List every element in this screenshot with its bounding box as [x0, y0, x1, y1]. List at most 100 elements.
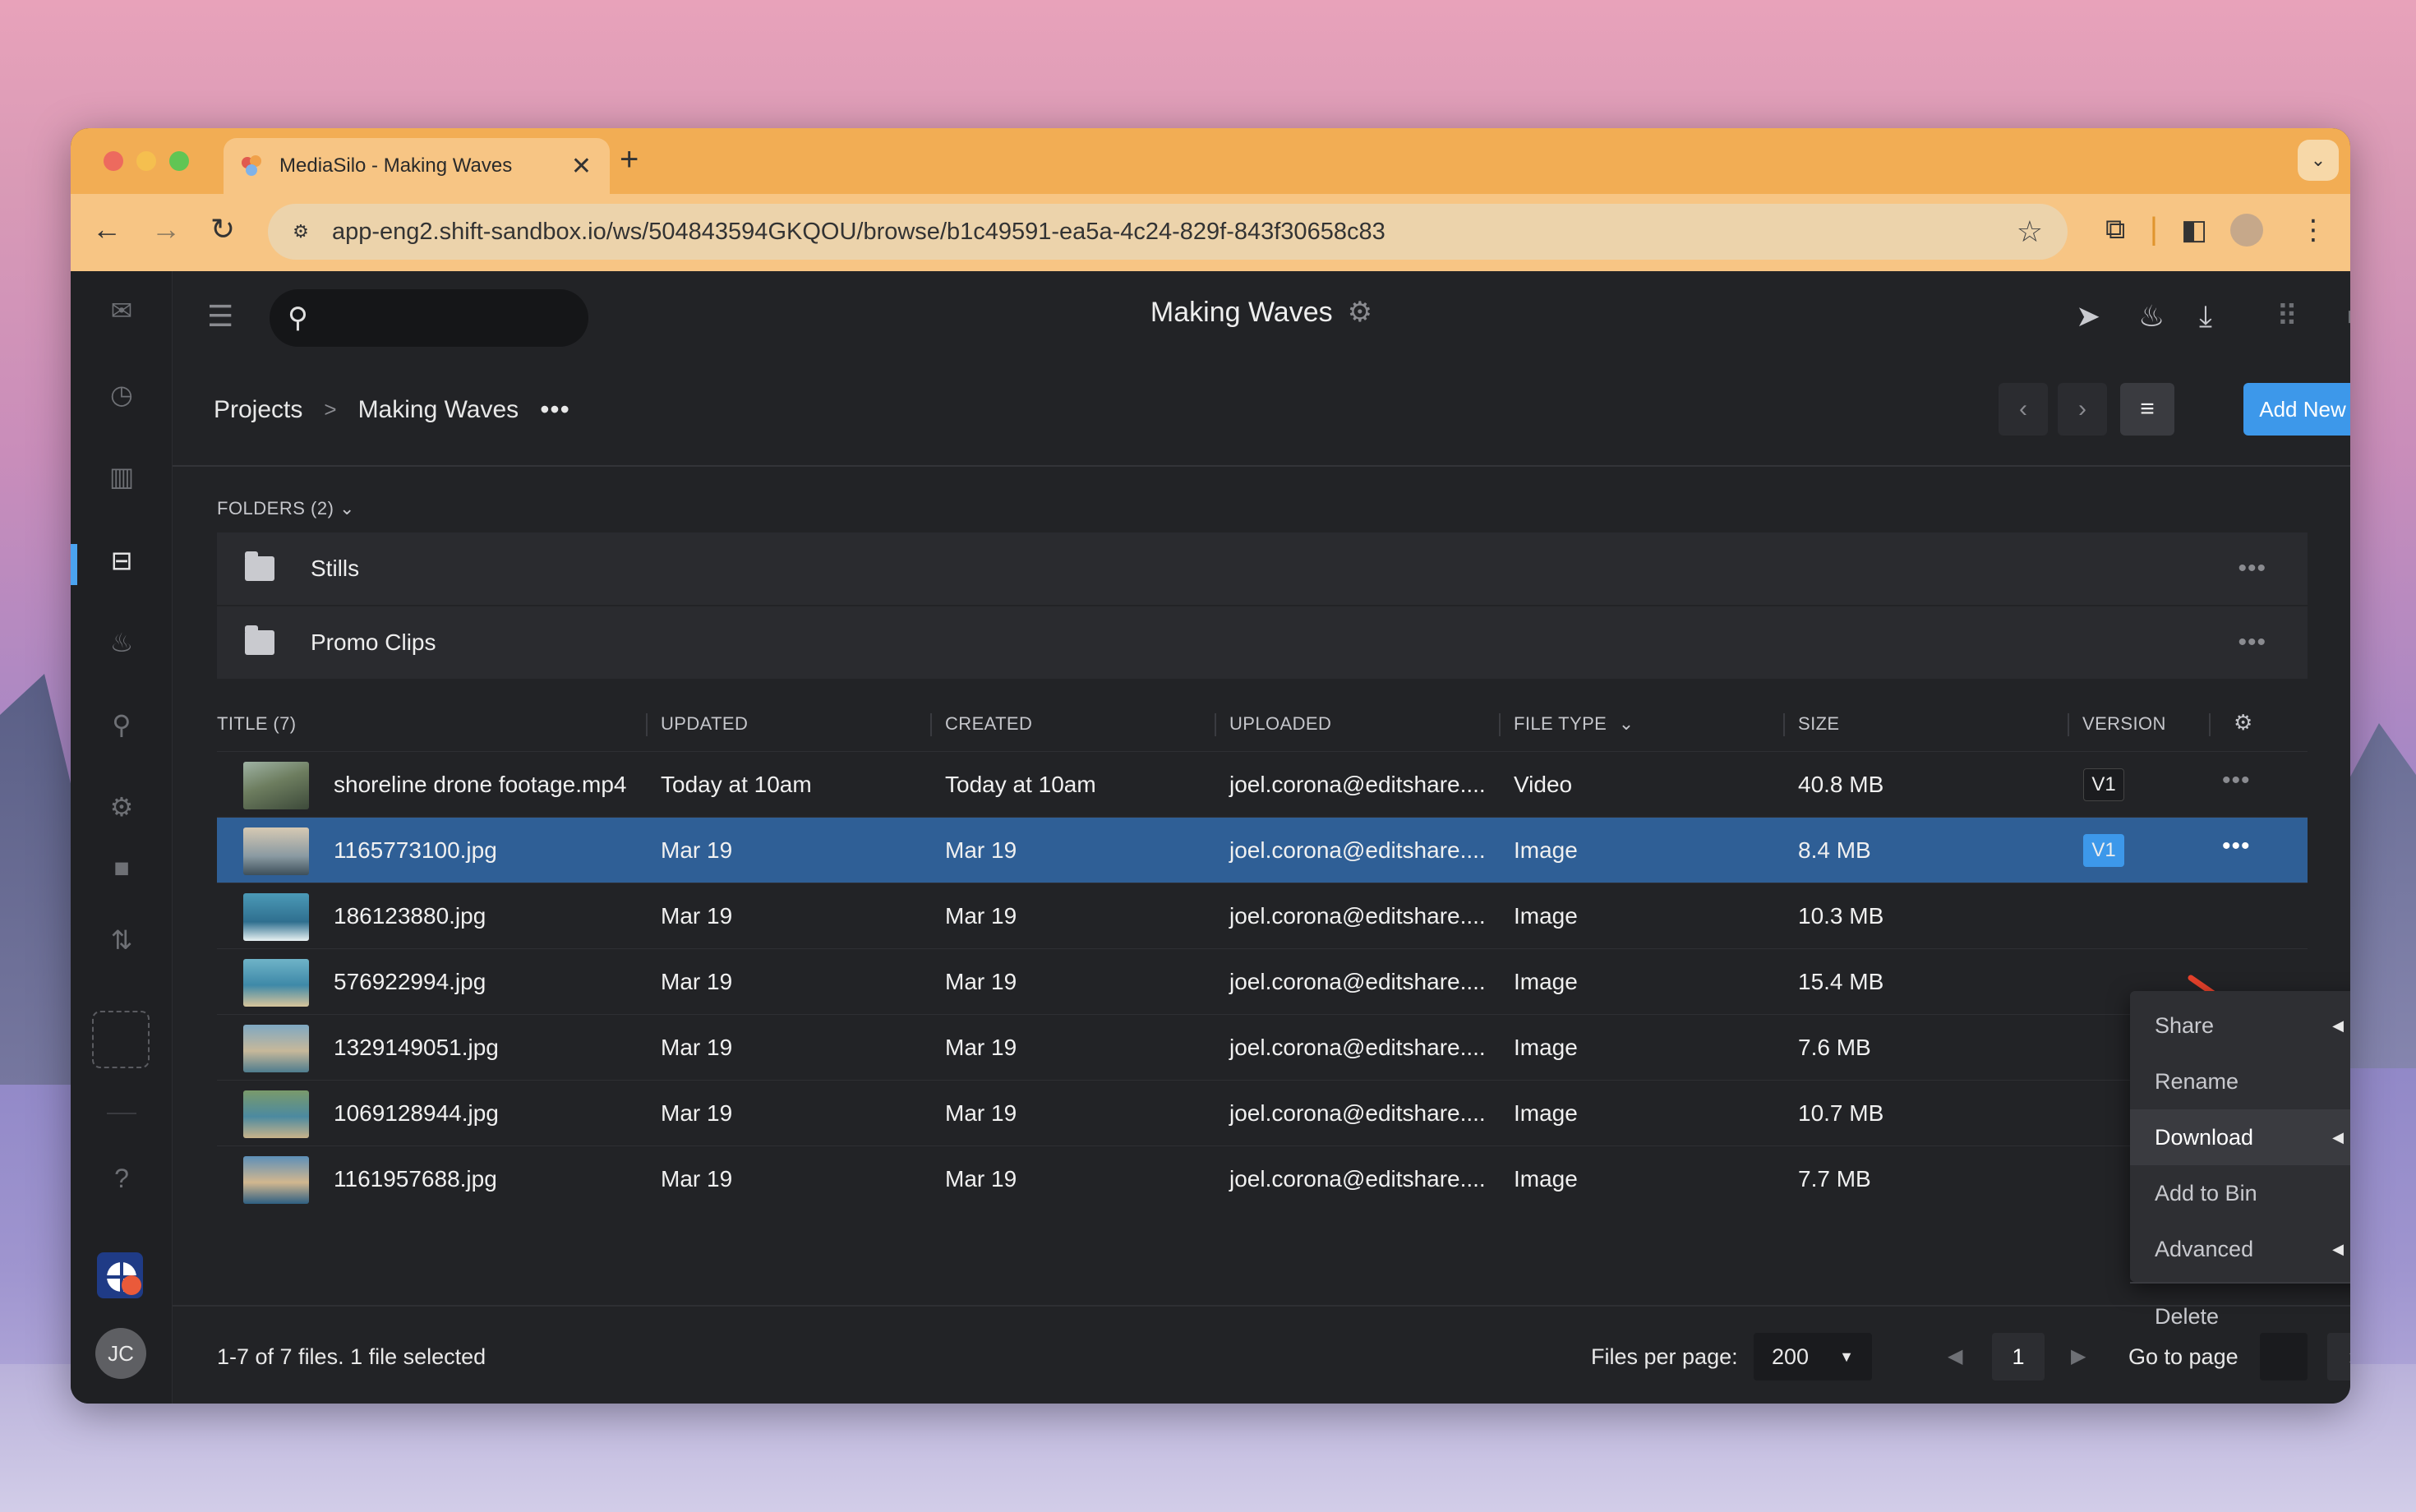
menu-item-delete[interactable]: Delete	[2130, 1288, 2350, 1344]
file-thumbnail[interactable]	[243, 893, 309, 941]
maximize-window-button[interactable]	[169, 151, 189, 171]
column-created[interactable]: CREATED	[945, 713, 1032, 735]
column-uploaded[interactable]: UPLOADED	[1229, 713, 1331, 735]
column-file-type[interactable]: FILE TYPE ⌄	[1514, 713, 1634, 735]
mediasilo-favicon-icon	[242, 155, 263, 177]
close-window-button[interactable]	[104, 151, 123, 171]
column-size[interactable]: SIZE	[1798, 713, 1840, 735]
breadcrumb-projects-link[interactable]: Projects	[214, 396, 302, 424]
table-row[interactable]: 1165773100.jpg Mar 19 Mar 19 joel.corona@ed…	[217, 817, 2308, 883]
settings-gear-icon[interactable]: ⚙	[107, 792, 136, 822]
cell-title[interactable]: 1069128944.jpg	[334, 1100, 499, 1127]
drop-zone-placeholder[interactable]	[92, 1011, 150, 1068]
transfer-arrows-icon[interactable]: ⇅	[107, 925, 136, 955]
expand-panel-icon[interactable]: ⇤	[2347, 299, 2350, 334]
version-badge[interactable]: V1	[2083, 834, 2124, 867]
go-to-page-input[interactable]	[2260, 1333, 2308, 1381]
download-icon[interactable]: ⤓	[2199, 299, 2212, 334]
folder-name: Promo Clips	[311, 629, 436, 655]
file-thumbnail[interactable]	[243, 1025, 309, 1072]
next-page-icon[interactable]: ▶	[2071, 1344, 2086, 1368]
version-badge[interactable]: V1	[2083, 768, 2124, 801]
cell-title[interactable]: shoreline drone footage.mp4	[334, 772, 626, 798]
file-thumbnail[interactable]	[243, 827, 309, 875]
footer-divider	[173, 1305, 2350, 1307]
menu-item-advanced[interactable]: Advanced ◀	[2130, 1221, 2350, 1277]
folder-row[interactable]: Stills •••	[217, 532, 2308, 605]
menu-item-download[interactable]: Download ◀	[2130, 1109, 2350, 1165]
minimize-window-button[interactable]	[136, 151, 156, 171]
breadcrumb-separator: >	[324, 397, 337, 422]
cell-title[interactable]: 186123880.jpg	[334, 903, 486, 929]
table-row[interactable]: shoreline drone footage.mp4 Today at 10am…	[217, 751, 2308, 817]
cell-title[interactable]: 1165773100.jpg	[334, 837, 497, 864]
flame-icon[interactable]: ♨	[2138, 299, 2165, 334]
reload-icon[interactable]: ↻	[210, 212, 235, 247]
previous-asset-button[interactable]: ‹	[1999, 383, 2048, 436]
search-icon[interactable]: ⚲	[107, 710, 136, 740]
table-row[interactable]: 1161957688.jpg Mar 19 Mar 19 joel.corona@ed…	[217, 1146, 2308, 1211]
table-row[interactable]: 1069128944.jpg Mar 19 Mar 19 joel.corona@ed…	[217, 1080, 2308, 1146]
cell-title[interactable]: 576922994.jpg	[334, 969, 486, 995]
cell-created: Today at 10am	[945, 772, 1096, 797]
previous-page-icon[interactable]: ◀	[1948, 1344, 1962, 1368]
analytics-chart-icon[interactable]: ▥	[107, 462, 136, 491]
file-thumbnail[interactable]	[243, 1090, 309, 1138]
square-icon[interactable]: ■	[107, 853, 136, 883]
go-to-page-button[interactable]: ›	[2327, 1333, 2350, 1381]
folders-section-toggle[interactable]: FOLDERS (2) ⌄	[217, 498, 355, 519]
bookmark-star-icon[interactable]: ☆	[2017, 214, 2043, 249]
back-arrow-icon[interactable]: ←	[92, 212, 122, 247]
site-settings-icon[interactable]: ⚙	[284, 215, 317, 248]
folder-more-icon[interactable]: •••	[2238, 555, 2266, 583]
extensions-puzzle-icon[interactable]: ⧉	[2105, 214, 2125, 246]
file-thumbnail[interactable]	[243, 1156, 309, 1204]
column-version[interactable]: VERSION	[2082, 713, 2166, 735]
address-bar[interactable]: ⚙ app-eng2.shift-sandbox.io/ws/504843594…	[268, 204, 2068, 260]
browser-tab[interactable]: MediaSilo - Making Waves ✕	[224, 138, 610, 194]
folder-row[interactable]: Promo Clips •••	[217, 606, 2308, 679]
menu-item-share[interactable]: Share ◀	[2130, 998, 2350, 1053]
table-row[interactable]: 576922994.jpg Mar 19 Mar 19 joel.corona@edi…	[217, 948, 2308, 1014]
user-avatar[interactable]: JC	[95, 1328, 146, 1379]
folder-more-icon[interactable]: •••	[2238, 629, 2266, 657]
breadcrumb-more-icon[interactable]: •••	[540, 394, 570, 425]
column-settings-gear-icon[interactable]: ⚙	[2234, 710, 2253, 735]
workspace-logo-icon[interactable]	[95, 1251, 145, 1300]
column-divider	[646, 713, 648, 736]
grid-view-icon[interactable]: ⠿	[2276, 299, 2298, 334]
cell-title[interactable]: 1329149051.jpg	[334, 1035, 499, 1061]
filter-button[interactable]: ≡	[2120, 383, 2174, 436]
column-updated[interactable]: UPDATED	[661, 713, 748, 735]
column-title[interactable]: TITLE (7)	[217, 713, 297, 735]
close-tab-icon[interactable]: ✕	[571, 152, 592, 181]
table-row[interactable]: 186123880.jpg Mar 19 Mar 19 joel.corona@edi…	[217, 883, 2308, 948]
next-asset-button[interactable]: ›	[2058, 383, 2107, 436]
forward-arrow-icon[interactable]: →	[151, 212, 181, 247]
add-new-button[interactable]: Add New ▼	[2243, 383, 2350, 436]
cell-file-type: Image	[1514, 1100, 1578, 1126]
menu-item-rename[interactable]: Rename	[2130, 1053, 2350, 1109]
help-icon[interactable]: ?	[107, 1164, 136, 1193]
row-more-icon[interactable]: •••	[2222, 832, 2251, 860]
current-page-number[interactable]: 1	[1992, 1333, 2045, 1381]
hot-flame-icon[interactable]: ♨	[107, 628, 136, 657]
files-per-page-select[interactable]: 200 ▼	[1754, 1333, 1872, 1381]
projects-archive-icon[interactable]: ⊟	[107, 546, 136, 575]
row-more-icon[interactable]: •••	[2222, 767, 2251, 795]
project-settings-gear-icon[interactable]: ⚙	[1348, 297, 1372, 328]
url-text: app-eng2.shift-sandbox.io/ws/504843594GK…	[332, 218, 1386, 245]
new-tab-button[interactable]: +	[620, 141, 639, 178]
menu-item-add-to-bin[interactable]: Add to Bin	[2130, 1165, 2350, 1221]
cell-title[interactable]: 1161957688.jpg	[334, 1166, 497, 1192]
inbox-icon[interactable]: ✉	[107, 296, 136, 325]
profile-avatar-icon[interactable]	[2230, 214, 2263, 247]
tab-search-chevron-icon[interactable]: ⌄	[2298, 140, 2339, 181]
file-thumbnail[interactable]	[243, 762, 309, 809]
send-paper-plane-icon[interactable]: ➤	[2076, 299, 2100, 334]
table-row[interactable]: 1329149051.jpg Mar 19 Mar 19 joel.corona@ed…	[217, 1014, 2308, 1080]
side-panel-icon[interactable]: ◧	[2181, 214, 2207, 247]
file-thumbnail[interactable]	[243, 959, 309, 1007]
kebab-menu-icon[interactable]: ⋮	[2299, 214, 2327, 247]
recent-clock-icon[interactable]: ◷	[107, 380, 136, 409]
